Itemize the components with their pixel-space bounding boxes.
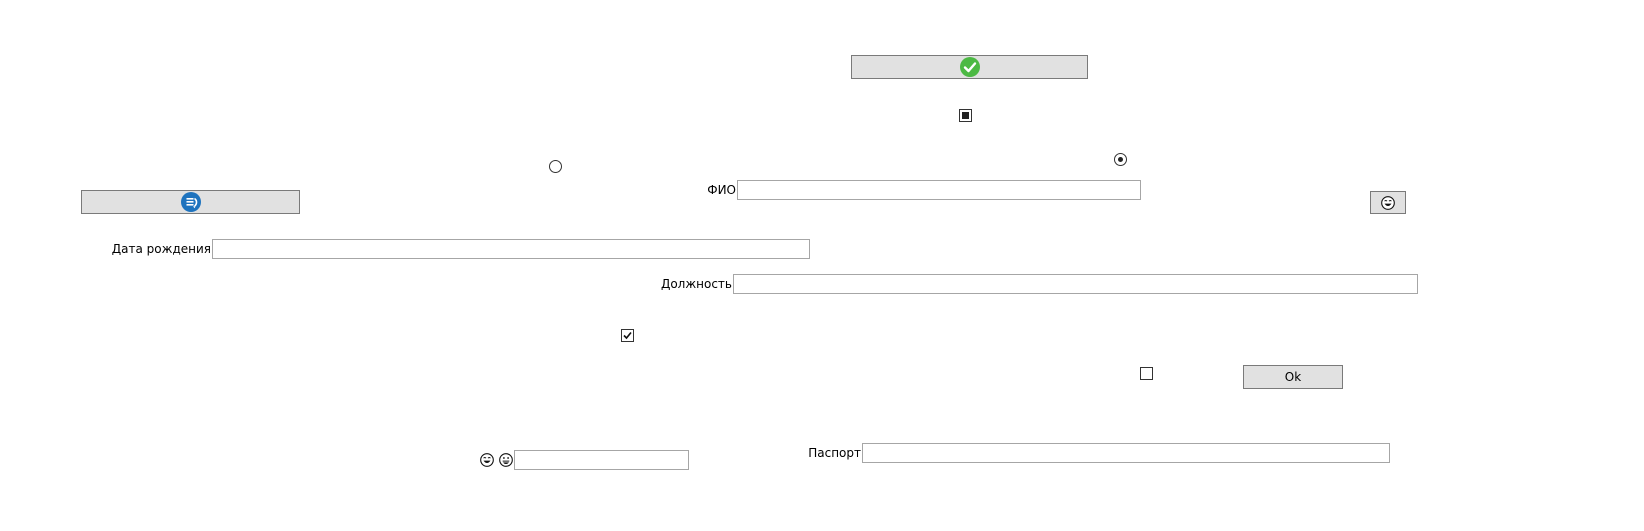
reload-button[interactable] — [81, 190, 300, 214]
laughing-face-icon — [480, 453, 494, 467]
indeterminate-checkbox[interactable] — [959, 109, 972, 122]
checked-checkbox[interactable] — [621, 329, 634, 342]
emoji-button[interactable] — [1370, 191, 1406, 214]
bottom-text-input[interactable] — [514, 450, 689, 470]
fio-input[interactable] — [737, 180, 1141, 200]
unchecked-checkbox[interactable] — [1140, 367, 1153, 380]
blue-reload-icon — [180, 192, 201, 212]
fio-label: ФИО — [707, 183, 736, 197]
green-check-icon — [959, 57, 980, 77]
position-input[interactable] — [733, 274, 1418, 294]
radio-option-right[interactable] — [1114, 153, 1127, 166]
confirm-button[interactable] — [851, 55, 1088, 79]
radio-option-left[interactable] — [549, 160, 562, 173]
ok-button-label: Ok — [1284, 370, 1302, 384]
passport-input[interactable] — [862, 443, 1390, 463]
indeterminate-mark — [962, 112, 969, 119]
ok-button[interactable]: Ok — [1243, 365, 1343, 389]
birthdate-input[interactable] — [212, 239, 810, 259]
laughing-face-icon — [1381, 195, 1395, 210]
grinning-face-icon — [499, 453, 513, 467]
birthdate-label: Дата рождения — [111, 242, 211, 256]
radio-selected-dot — [1118, 157, 1123, 162]
passport-label: Паспорт — [808, 446, 861, 460]
checkmark-icon — [623, 331, 632, 340]
position-label: Должность — [660, 277, 732, 291]
